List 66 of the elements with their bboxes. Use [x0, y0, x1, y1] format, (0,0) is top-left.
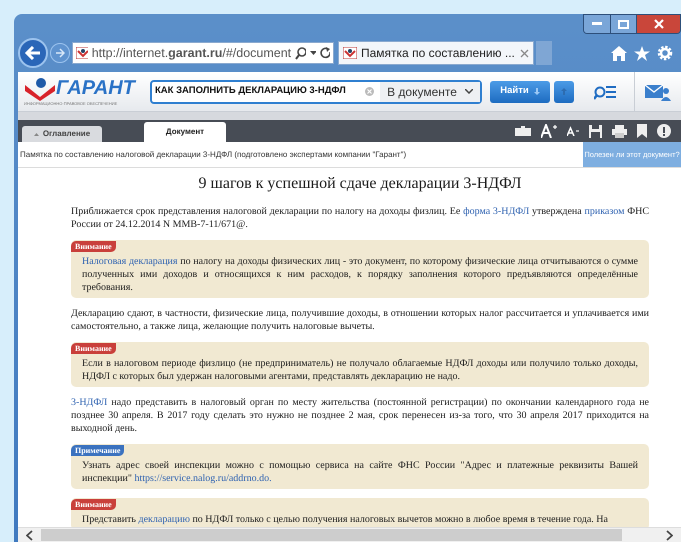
- keyboard-icon[interactable]: [515, 126, 531, 136]
- maximize-icon: [618, 20, 629, 28]
- star-icon[interactable]: [634, 46, 650, 60]
- back-button[interactable]: [18, 38, 48, 68]
- scroll-right-icon[interactable]: [666, 530, 673, 540]
- paragraph: Если в налоговом периоде физлицо (не предприниматель) не получало облагаемые НДФЛ доходы или получило только доходы, НДФЛ с которых был удержан налоговыми агентами, представлять декларацию не надо.: [81, 357, 639, 383]
- scope-dropdown[interactable]: В документе: [380, 82, 480, 102]
- site-icon: [76, 47, 88, 59]
- link[interactable]: декларацию: [138, 514, 190, 525]
- maximize-button[interactable]: [610, 15, 636, 33]
- find-button[interactable]: Найти: [490, 80, 550, 102]
- search-list-icon[interactable]: [594, 84, 616, 100]
- paragraph: Приближается срок представления налоговой декларации по налогу на доходы физлиц. Ее форма 3-НДФЛ утверждена приказом ФНС России от 24.12.2014 N ММВ-7-11/671@.: [71, 205, 649, 231]
- home-icon[interactable]: [611, 46, 627, 60]
- search-icon: [295, 46, 306, 60]
- collapse-caret-icon: [34, 132, 39, 136]
- close-button[interactable]: [636, 15, 680, 33]
- note-label: Примечание: [71, 445, 124, 456]
- print-icon[interactable]: [612, 124, 627, 138]
- minimize-icon: [592, 22, 602, 26]
- back-arrow-icon: [25, 46, 41, 60]
- document-breadcrumb: Памятка по составлению налоговой декларации 3-НДФЛ (подготовлено экспертами компании "Гарант"): [19, 148, 408, 160]
- scroll-left-icon[interactable]: [26, 530, 33, 540]
- decrease-font-icon[interactable]: [567, 126, 579, 136]
- settings-icon[interactable]: [657, 45, 673, 61]
- horizontal-scrollbar[interactable]: [18, 527, 681, 542]
- note-label: Внимание: [71, 241, 116, 252]
- browser-tab[interactable]: Памятка по составлению ...: [338, 41, 534, 65]
- link[interactable]: форма 3-НДФЛ: [463, 206, 530, 217]
- document-title: 9 шагов к успешной сдаче декларации 3-НДФЛ: [198, 174, 522, 194]
- document-tab[interactable]: Оглавление: [22, 126, 102, 142]
- up-arrow-icon: [561, 88, 567, 95]
- paragraph: Налоговая декларация по налогу на доходы физических лиц - это документ, по которому физические лица отчитываются о сумме полученных ими доходов и относящихся к ним расходов, к порядку заполнения которого предъявляются определённые требования.: [81, 255, 639, 294]
- paragraph: Узнать адрес своей инспекции можно с помощью сервиса на сайте ФНС России "Адрес и платежные реквизиты Вашей инспекции" https://service.nalog.ru/addrno.do.: [81, 459, 639, 485]
- logo-text: ГАРАНТ: [56, 76, 135, 98]
- address-bar[interactable]: http://internet.garant.ru/#/document: [72, 42, 334, 64]
- forward-button[interactable]: [50, 43, 70, 63]
- link[interactable]: Налоговая декларация: [82, 256, 178, 267]
- paragraph: 3-НДФЛ надо представить в налоговый орган по месту жительства (постоянной регистрации) по окончании календарного года не позднее 30 апреля. В 2017 году сделать это нужно не позднее 2 мая, срок перенесен из-за того, что 30 апреля 2017 приходится на выходной день.: [71, 396, 649, 435]
- note-label: Внимание: [71, 499, 116, 510]
- bookmark-icon[interactable]: [637, 124, 647, 138]
- link[interactable]: приказом: [584, 206, 624, 217]
- link[interactable]: https://service.nalog.ru/addrno.do.: [134, 473, 272, 484]
- tab-title: Памятка по составлению ...: [361, 45, 516, 62]
- paragraph: Представить декларацию по НДФЛ только с целью получения налоговых вычетов можно в любое время в течение года. На: [81, 513, 609, 526]
- note-label: Внимание: [71, 343, 116, 354]
- document-tab[interactable]: Документ: [144, 122, 226, 142]
- url-text: http://internet.garant.ru/#/document: [92, 44, 292, 62]
- link[interactable]: 3-НДФЛ: [71, 397, 108, 408]
- forward-arrow-icon: [55, 48, 65, 58]
- down-arrow-icon: [534, 88, 540, 95]
- site-icon: [343, 47, 357, 59]
- close-icon[interactable]: [520, 48, 529, 58]
- search-field[interactable]: КАК ЗАПОЛНИТЬ ДЕКЛАРАЦИЮ 3-НДФЛ В документе: [150, 80, 482, 104]
- search-text: КАК ЗАПОЛНИТЬ ДЕКЛАРАЦИЮ 3-НДФЛ: [154, 84, 347, 98]
- dropdown-caret-icon: [310, 51, 316, 55]
- refresh-icon: [320, 47, 330, 59]
- paragraph: Декларацию сдают, в частности, физические лица, получившие доходы, в отношении которых налог рассчитается и уплачивается ими самостоятельно, а также лица, желающие получить налоговые вычеты.: [71, 307, 649, 333]
- scrollbar-thumb[interactable]: [41, 529, 622, 541]
- previous-button[interactable]: [554, 80, 574, 102]
- caret-icon: [464, 89, 473, 94]
- logo-emblem-icon: [24, 76, 56, 100]
- mail-contact-icon[interactable]: [645, 82, 671, 100]
- increase-font-icon[interactable]: [541, 124, 557, 138]
- close-icon: [654, 19, 664, 29]
- info-alert-icon[interactable]: [657, 124, 671, 138]
